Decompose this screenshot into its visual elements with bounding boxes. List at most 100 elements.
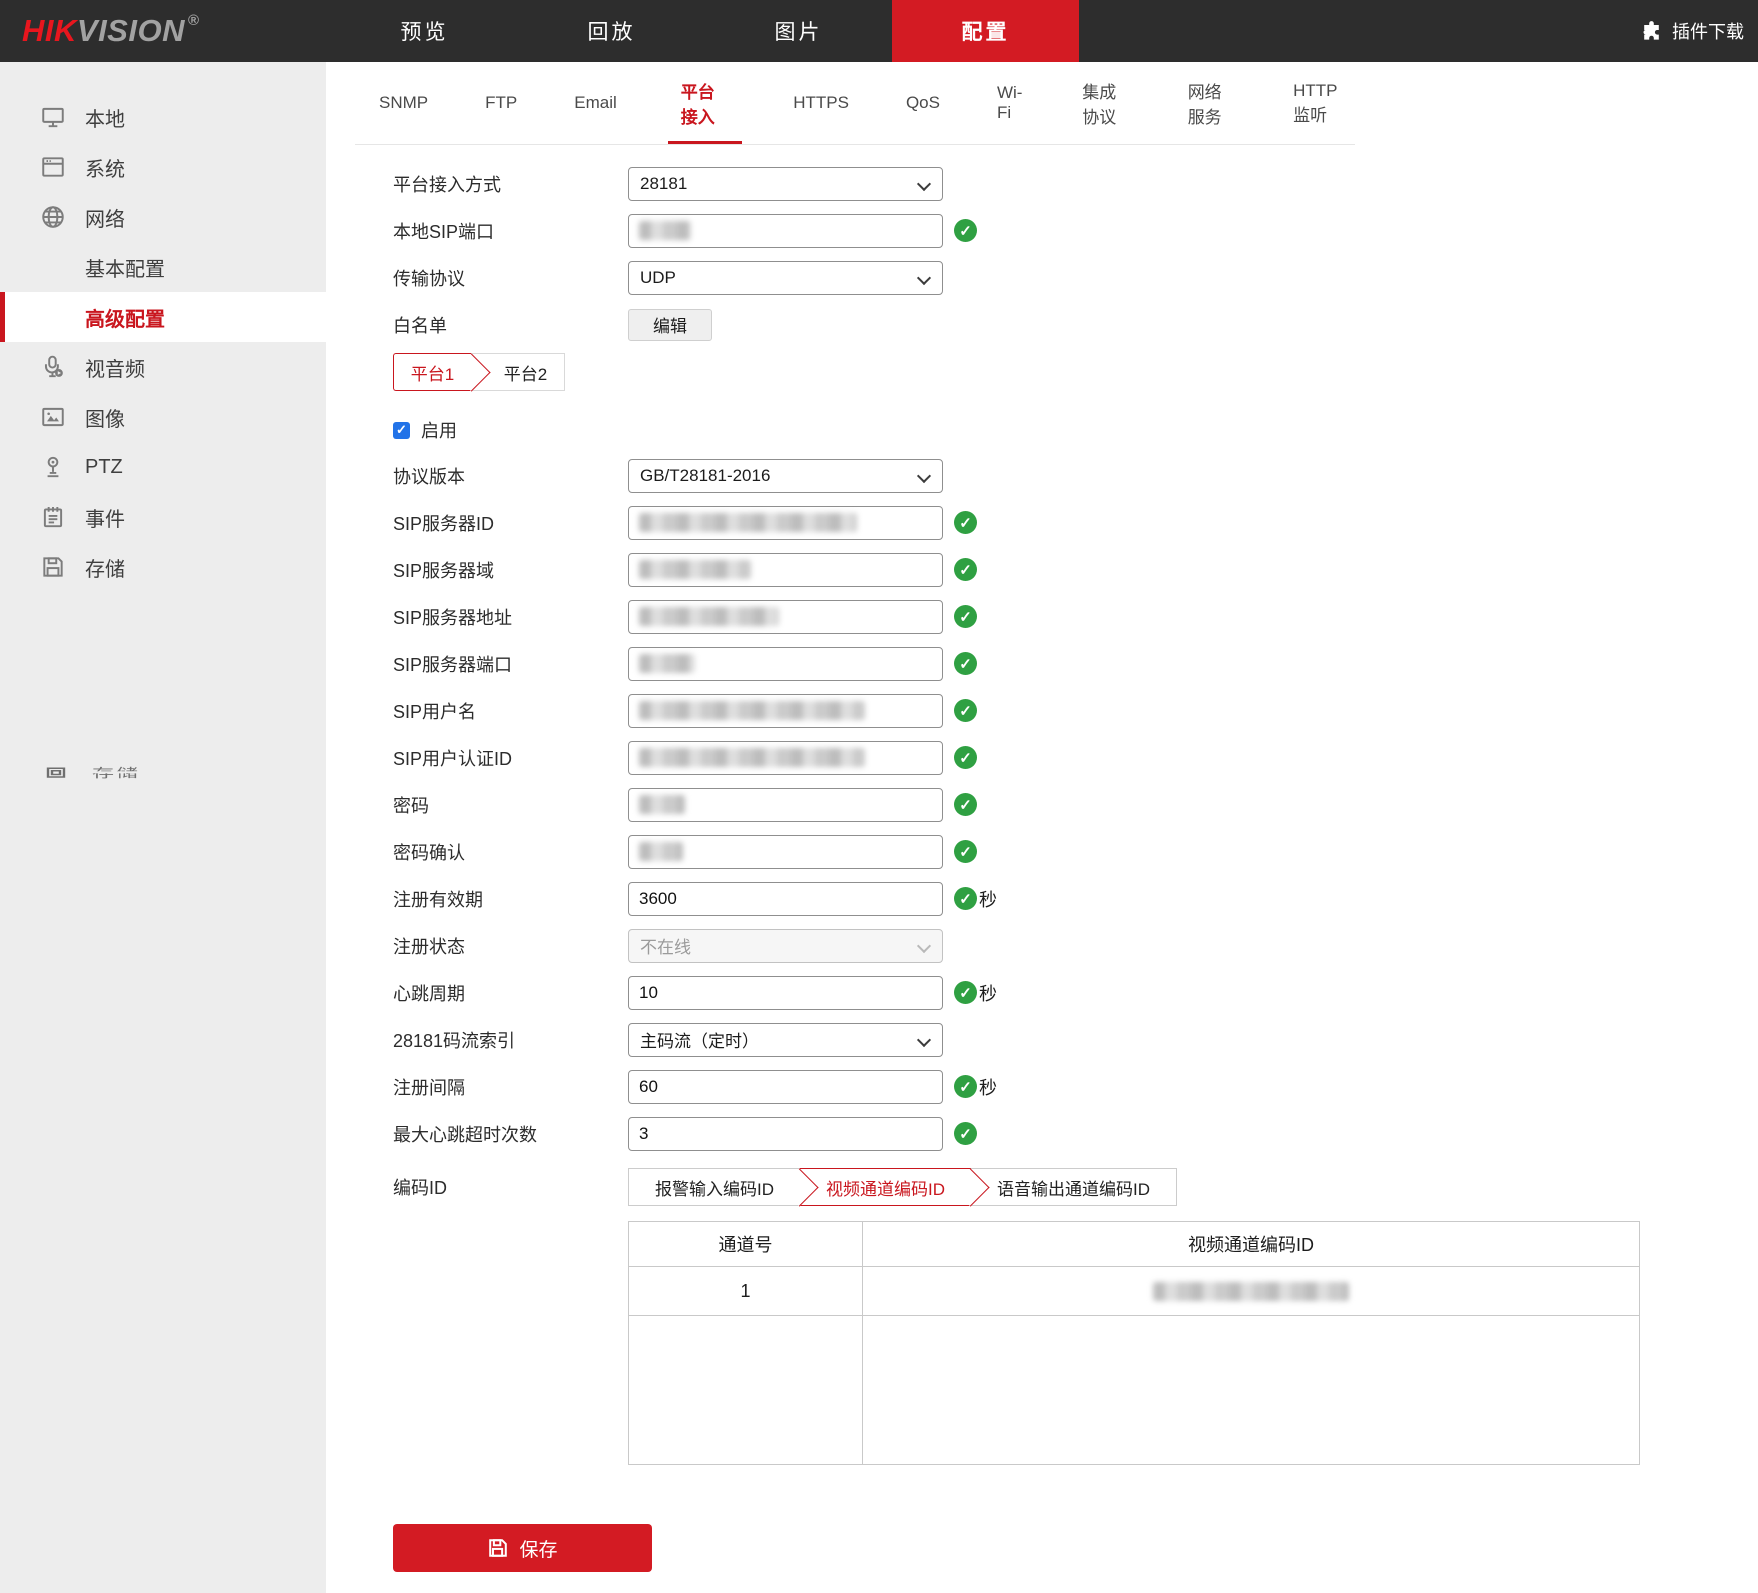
- field-label: SIP服务器ID: [393, 510, 628, 536]
- nav-playback[interactable]: 回放: [518, 0, 705, 62]
- valid-check-icon: [954, 746, 977, 769]
- logo-registered-mark: ®: [188, 12, 200, 29]
- sidebar-item-image[interactable]: 图像: [0, 392, 326, 442]
- tab-wifi[interactable]: Wi-Fi: [991, 62, 1031, 144]
- tab-https[interactable]: HTTPS: [787, 62, 855, 144]
- sidebar-item-label: 图像: [85, 403, 125, 432]
- field-label: 平台接入方式: [393, 171, 628, 197]
- sidebar-item-event[interactable]: 事件: [0, 492, 326, 542]
- tab-alarm-input-encode-id[interactable]: 报警输入编码ID: [629, 1169, 800, 1205]
- sip-auth-id-input[interactable]: [628, 741, 943, 775]
- valid-check-icon: [954, 1075, 977, 1098]
- platform-tabs: 平台1 平台2: [393, 353, 1573, 391]
- platform-access-form: 平台接入方式 28181 本地SIP端口 传输协议 UDP 白名单 编辑 平台1…: [393, 160, 1573, 1572]
- valid-check-icon: [954, 511, 977, 534]
- puzzle-icon: [1640, 19, 1664, 43]
- field-label: SIP用户认证ID: [393, 745, 628, 771]
- protocol-version-select[interactable]: GB/T28181-2016: [628, 459, 943, 493]
- field-label: 心跳周期: [393, 980, 628, 1006]
- save-button-label: 保存: [519, 1535, 557, 1562]
- registration-status-select: 不在线: [628, 929, 943, 963]
- tab-qos[interactable]: QoS: [900, 62, 946, 144]
- access-mode-select[interactable]: 28181: [628, 167, 943, 201]
- tab-platform-access[interactable]: 平台接入: [668, 62, 742, 144]
- valid-check-icon: [954, 1122, 977, 1145]
- encode-id-tabs: 报警输入编码ID 视频通道编码ID 语音输出通道编码ID: [628, 1168, 1177, 1206]
- table-row[interactable]: 1: [629, 1267, 1639, 1316]
- form-row-password: 密码: [393, 781, 1573, 828]
- masked-value: [639, 748, 865, 767]
- nav-preview[interactable]: 预览: [331, 0, 518, 62]
- stream-index-select[interactable]: 主码流（定时）: [628, 1023, 943, 1057]
- heartbeat-interval-input[interactable]: [628, 976, 943, 1010]
- hikvision-logo: HIKVISION®: [22, 0, 200, 62]
- valid-check-icon: [954, 558, 977, 581]
- tab-email[interactable]: Email: [568, 62, 623, 144]
- tab-integration-protocol[interactable]: 集成协议: [1076, 62, 1136, 144]
- valid-check-icon: [954, 793, 977, 816]
- tab-audio-output-encode-id[interactable]: 语音输出通道编码ID: [971, 1169, 1176, 1205]
- masked-value: [639, 607, 779, 626]
- form-row-sip-server-port: SIP服务器端口: [393, 640, 1573, 687]
- ptz-camera-icon: [40, 454, 66, 480]
- plugin-download-link[interactable]: 插件下载: [1640, 0, 1744, 62]
- field-label: SIP用户名: [393, 698, 628, 724]
- nav-picture[interactable]: 图片: [705, 0, 892, 62]
- form-row-sip-username: SIP用户名: [393, 687, 1573, 734]
- main-content: SNMP FTP Email 平台接入 HTTPS QoS Wi-Fi 集成协议…: [326, 62, 1758, 1593]
- registration-validity-input[interactable]: [628, 882, 943, 916]
- logo-vision: VISION: [77, 13, 185, 49]
- enable-checkbox[interactable]: [393, 422, 410, 439]
- local-sip-port-input[interactable]: [628, 214, 943, 248]
- valid-check-icon: [954, 840, 977, 863]
- sidebar-item-label: 存储: [85, 553, 125, 582]
- sidebar-item-label: 系统: [85, 153, 125, 182]
- cell-channel-number: 1: [629, 1267, 863, 1315]
- form-row-whitelist: 白名单 编辑: [393, 301, 1573, 348]
- field-label: 编码ID: [393, 1174, 628, 1200]
- form-row-transport: 传输协议 UDP: [393, 254, 1573, 301]
- sidebar-item-basic-config[interactable]: 基本配置: [0, 242, 326, 292]
- globe-icon: [40, 204, 66, 230]
- select-value: 28181: [640, 174, 687, 194]
- masked-value: [639, 654, 695, 673]
- sidebar-item-storage[interactable]: 存储: [0, 542, 326, 592]
- form-row-local-sip-port: 本地SIP端口: [393, 207, 1573, 254]
- tab-snmp[interactable]: SNMP: [373, 62, 434, 144]
- field-label: 注册间隔: [393, 1074, 628, 1100]
- floppy-disk-icon: [40, 554, 66, 580]
- registration-interval-input[interactable]: [628, 1070, 943, 1104]
- whitelist-edit-button[interactable]: 编辑: [628, 309, 712, 341]
- masked-value: [639, 701, 865, 720]
- sidebar-item-label: 本地: [85, 103, 125, 132]
- sip-server-domain-input[interactable]: [628, 553, 943, 587]
- sidebar-item-local[interactable]: 本地: [0, 92, 326, 142]
- sidebar-item-network[interactable]: 网络: [0, 192, 326, 242]
- nav-config[interactable]: 配置: [892, 0, 1079, 62]
- sidebar-item-ptz[interactable]: PTZ: [0, 442, 326, 492]
- password-input[interactable]: [628, 788, 943, 822]
- sidebar-item-system[interactable]: 系统: [0, 142, 326, 192]
- sip-server-address-input[interactable]: [628, 600, 943, 634]
- sidebar-item-advanced-config[interactable]: 高级配置: [0, 292, 326, 342]
- tab-ftp[interactable]: FTP: [479, 62, 523, 144]
- column-header-video-channel-id: 视频通道编码ID: [863, 1222, 1639, 1266]
- max-heartbeat-timeout-input[interactable]: [628, 1117, 943, 1151]
- select-value: 不在线: [640, 933, 691, 958]
- tab-platform-1[interactable]: 平台1: [393, 353, 471, 391]
- sip-server-id-input[interactable]: [628, 506, 943, 540]
- tab-network-service[interactable]: 网络服务: [1182, 62, 1242, 144]
- password-confirm-input[interactable]: [628, 835, 943, 869]
- form-row-encode-id: 编码ID 报警输入编码ID 视频通道编码ID 语音输出通道编码ID: [393, 1167, 1573, 1207]
- transport-protocol-select[interactable]: UDP: [628, 261, 943, 295]
- sip-username-input[interactable]: [628, 694, 943, 728]
- tab-video-channel-encode-id[interactable]: 视频通道编码ID: [800, 1168, 971, 1206]
- save-button[interactable]: 保存: [393, 1524, 652, 1572]
- field-label: 白名单: [393, 312, 628, 338]
- field-label: 协议版本: [393, 463, 628, 489]
- field-label: 注册有效期: [393, 886, 628, 912]
- sidebar-item-label: 视音频: [85, 353, 145, 382]
- sip-server-port-input[interactable]: [628, 647, 943, 681]
- sidebar-item-audio-video[interactable]: 视音频: [0, 342, 326, 392]
- tab-http-listen[interactable]: HTTP监听: [1287, 62, 1355, 144]
